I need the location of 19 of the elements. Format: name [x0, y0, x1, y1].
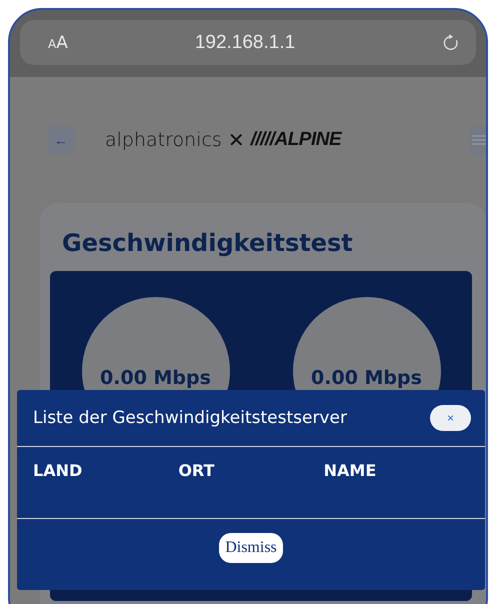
dismiss-button[interactable]: Dismiss	[219, 533, 283, 563]
url-text: 192.168.1.1	[194, 32, 296, 54]
back-button[interactable]: ←	[47, 126, 75, 154]
dialog-title: Liste der Geschwindigkeitstestserver	[33, 408, 347, 428]
address-bar[interactable]: AA 192.168.1.1	[20, 20, 476, 65]
column-header: LAND	[33, 461, 84, 482]
menu-button[interactable]	[470, 125, 486, 155]
logo-separator: ✕	[228, 128, 245, 152]
text-size-button[interactable]: AA	[48, 32, 108, 52]
section-title: Geschwindigkeitstest	[62, 229, 354, 257]
column-header: ORT	[178, 461, 216, 482]
close-button[interactable]: ×	[430, 405, 471, 431]
speed-reading: 0.00 Mbps	[100, 367, 211, 389]
speed-reading: 0.00 Mbps	[311, 367, 422, 389]
reload-icon[interactable]	[442, 32, 460, 52]
menu-icon[interactable]	[472, 135, 486, 145]
logo-text: alphatronics	[105, 129, 222, 151]
logo-text: /////ALPINE	[250, 129, 342, 151]
column-header: NAME	[324, 461, 378, 482]
